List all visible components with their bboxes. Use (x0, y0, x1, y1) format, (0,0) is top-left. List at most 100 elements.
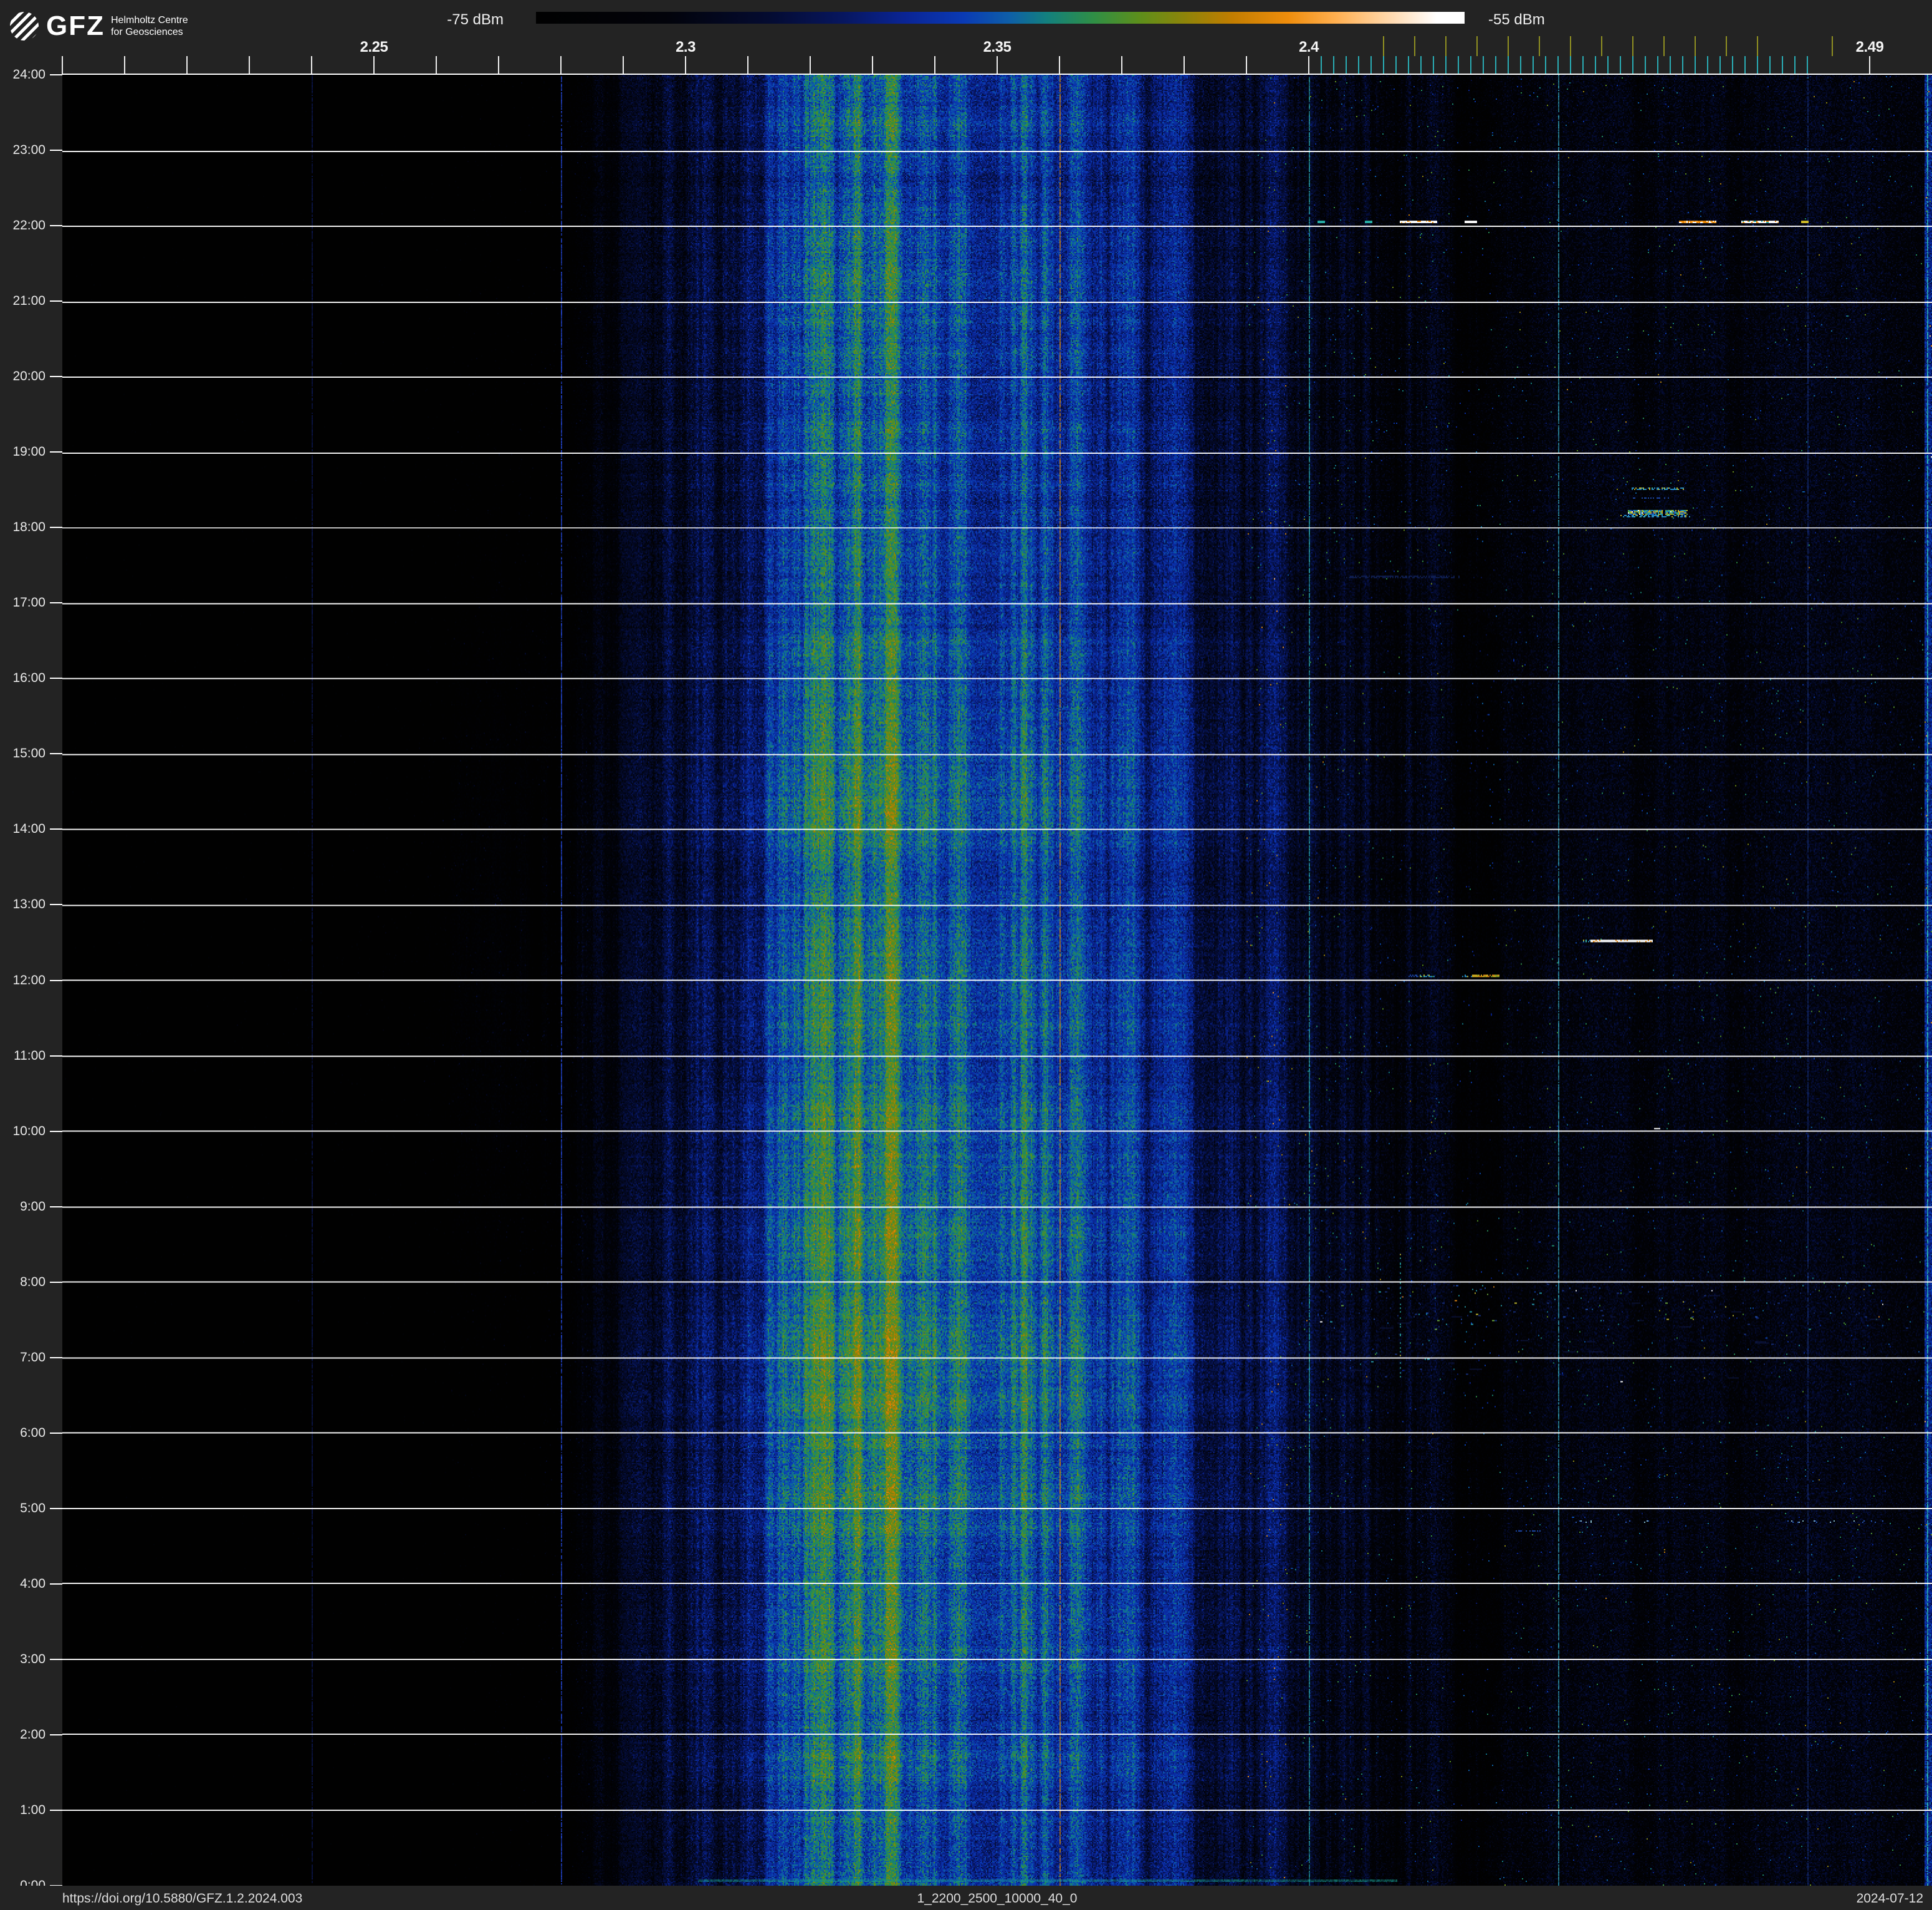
freq-minor-tick (810, 56, 811, 74)
hour-tick (50, 1055, 62, 1057)
colorbar-max-label: -55 dBm (1488, 11, 1545, 28)
ble-channel-tick (1333, 56, 1334, 74)
hour-label: 18:00 (12, 520, 45, 535)
wifi-channel-tick (1414, 36, 1415, 56)
ble-channel-tick (1370, 56, 1372, 74)
freq-label: 2.25 (360, 39, 388, 55)
hour-label: 4:00 (20, 1576, 45, 1591)
hour-tick (50, 1658, 62, 1660)
wifi-channel-tick (1539, 36, 1540, 56)
wifi-channel-tick (1832, 36, 1833, 56)
freq-minor-tick (997, 56, 998, 74)
ble-channel-tick (1807, 56, 1808, 74)
hour-tick (50, 451, 62, 453)
ble-channel-tick (1657, 56, 1658, 74)
wifi-channel-tick (1757, 36, 1758, 56)
ble-channel-tick (1470, 56, 1471, 74)
hour-tick (50, 150, 62, 151)
hour-tick (50, 527, 62, 529)
hour-tick (50, 1507, 62, 1509)
hour-label: 14:00 (12, 822, 45, 837)
freq-label: 2.4 (1299, 39, 1319, 55)
ble-channel-tick (1408, 56, 1409, 74)
ble-channel-tick (1395, 56, 1397, 74)
freq-minor-tick (186, 56, 188, 74)
header: GFZ Helmholtz Centre for Geosciences -75… (0, 0, 1932, 75)
ble-channel-tick (1582, 56, 1584, 74)
spectrogram-canvas (62, 75, 1932, 1886)
hour-tick (50, 904, 62, 906)
freq-minor-tick (311, 56, 312, 74)
wifi-channel-tick (1570, 36, 1571, 56)
ble-channel-tick (1645, 56, 1646, 74)
hour-tick (50, 1734, 62, 1735)
hour-label: 7:00 (20, 1350, 45, 1365)
freq-label: 2.35 (983, 39, 1011, 55)
ble-channel-tick (1458, 56, 1459, 74)
ble-channel-tick (1520, 56, 1521, 74)
logo-org-name: Helmholtz Centre for Geosciences (111, 14, 188, 38)
hour-label: 12:00 (12, 972, 45, 987)
freq-minor-tick (373, 56, 375, 74)
hour-label: 11:00 (14, 1048, 45, 1063)
ble-channel-tick (1533, 56, 1534, 74)
freq-minor-tick (124, 56, 125, 74)
wifi-channel-tick (1508, 36, 1509, 56)
hour-label: 13:00 (12, 897, 45, 912)
hour-label: 3:00 (20, 1651, 45, 1666)
ble-channel-tick (1682, 56, 1683, 74)
ble-channel-tick (1383, 56, 1384, 74)
hour-label: 6:00 (20, 1425, 45, 1440)
ble-channel-tick (1670, 56, 1671, 74)
hour-tick (50, 602, 62, 604)
ble-channel-tick (1495, 56, 1496, 74)
hour-tick (50, 1281, 62, 1283)
freq-minor-tick (623, 56, 624, 74)
hour-tick (50, 300, 62, 302)
ble-channel-tick (1570, 56, 1571, 74)
logo-text: GFZ (46, 11, 105, 41)
freq-minor-tick (1059, 56, 1060, 74)
ble-channel-tick (1557, 56, 1559, 74)
wifi-channel-tick (1383, 36, 1384, 56)
hour-label: 20:00 (12, 369, 45, 384)
hour-tick (50, 1809, 62, 1811)
ble-channel-tick (1607, 56, 1609, 74)
hour-label: 8:00 (20, 1274, 45, 1289)
hour-label: 10:00 (12, 1123, 45, 1138)
wifi-channel-tick (1445, 36, 1447, 56)
ble-channel-tick (1545, 56, 1546, 74)
ble-channel-tick (1433, 56, 1434, 74)
footer: https://doi.org/10.5880/GFZ.1.2.2024.003… (0, 1886, 1932, 1910)
ble-channel-tick (1707, 56, 1708, 74)
date-label: 2024-07-12 (1856, 1891, 1923, 1906)
hour-label: 15:00 (12, 746, 45, 761)
ble-channel-tick (1732, 56, 1733, 74)
ble-channel-tick (1744, 56, 1746, 74)
ble-channel-tick (1483, 56, 1484, 74)
freq-minor-tick (62, 56, 63, 74)
ble-channel-tick (1321, 56, 1322, 74)
ble-channel-tick (1769, 56, 1771, 74)
ble-channel-tick (1445, 56, 1447, 74)
wifi-channel-tick (1726, 36, 1727, 56)
spectrogram-page: GFZ Helmholtz Centre for Geosciences -75… (0, 0, 1932, 1910)
freq-minor-tick (934, 56, 935, 74)
freq-minor-tick (1121, 56, 1122, 74)
hour-label: 24:00 (12, 67, 45, 82)
hour-tick (50, 1583, 62, 1585)
hour-tick (50, 1130, 62, 1132)
hour-label: 1:00 (20, 1802, 45, 1817)
freq-minor-tick (872, 56, 873, 74)
ble-channel-tick (1508, 56, 1509, 74)
freq-minor-tick (685, 56, 686, 74)
hour-label: 9:00 (20, 1199, 45, 1214)
ble-channel-tick (1358, 56, 1359, 74)
hour-tick (50, 828, 62, 830)
ble-channel-tick (1794, 56, 1796, 74)
freq-minor-tick (560, 56, 562, 74)
hour-tick (50, 225, 62, 227)
hour-tick (50, 74, 62, 75)
hour-label: 23:00 (12, 143, 45, 158)
freq-minor-tick (747, 56, 748, 74)
